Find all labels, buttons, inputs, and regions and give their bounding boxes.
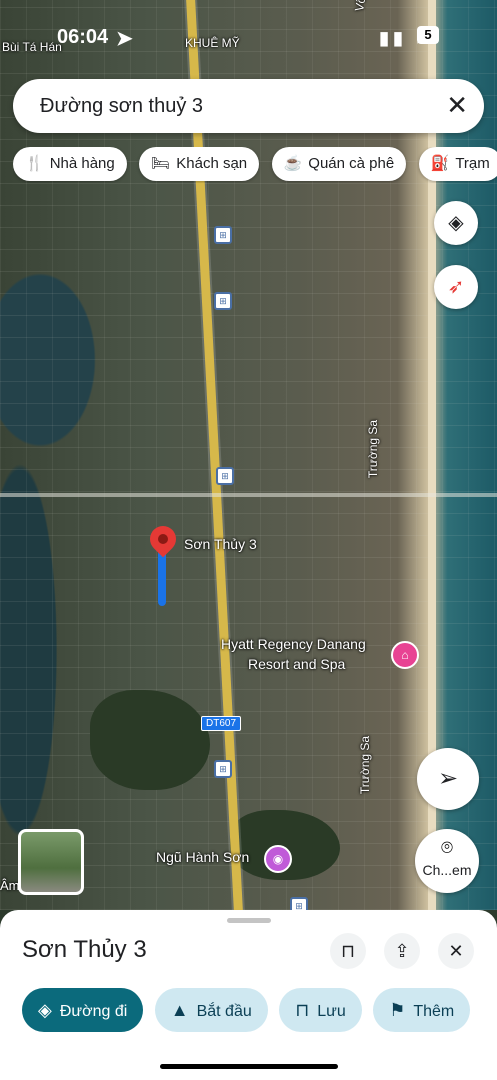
camera-search-icon: ⌾ (441, 837, 453, 859)
chip-gas[interactable]: ⛽ Trạm (418, 147, 497, 181)
chip-hotel[interactable]: 🛏 Khách sạn (139, 147, 260, 181)
gas-station-icon: ⛽ (430, 155, 450, 172)
hotel-icon: 🛏 (151, 155, 171, 172)
road-shield: DT607 (201, 716, 242, 731)
bus-stop-icon[interactable]: ⊞ (214, 760, 232, 778)
save-button[interactable]: ⊓ (330, 933, 366, 969)
restaurant-icon: 🍴 (25, 155, 44, 172)
chip-label: Quán cà phê (308, 155, 395, 172)
home-indicator (160, 1064, 338, 1069)
chip-label: Trạm (455, 155, 490, 172)
directions-icon: ◈ (38, 1000, 52, 1020)
bookmark-icon: ⊓ (295, 1000, 310, 1020)
clock: 06:04 (57, 26, 109, 48)
flag-icon: ⚑ (389, 1000, 406, 1020)
bus-stop-icon[interactable]: ⊞ (214, 226, 232, 244)
navigation-arrow-icon: ➢ (437, 765, 459, 792)
search-query[interactable]: Đường sơn thuỷ 3 (40, 95, 203, 118)
hotel-label[interactable]: Hyatt Regency Danang (221, 636, 366, 652)
action-label: Đường đi (59, 1003, 128, 1020)
action-row: ◈ Đường đi ▲ Bắt đầu ⊓ Lưu ⚑ Thêm (22, 988, 477, 1032)
search-bar[interactable]: Đường sơn thuỷ 3 ✕ (13, 79, 484, 133)
coffee-icon: ☕ (283, 155, 303, 172)
navigation-icon: ▲ (170, 1000, 189, 1020)
layers-button[interactable]: ◈ (434, 201, 478, 245)
chip-label: Khách sạn (176, 155, 248, 172)
share-button[interactable]: ⇪ (384, 933, 420, 969)
action-label: Lưu (317, 1003, 346, 1020)
hotel-icon[interactable]: ⌂ (391, 641, 419, 669)
lens-label: Ch...em (422, 862, 472, 878)
save-action-button[interactable]: ⊓ Lưu (279, 988, 362, 1032)
street-label: Trường Sa (358, 735, 373, 795)
edge-label: Âm (0, 878, 20, 893)
bus-stop-icon[interactable]: ⊞ (216, 467, 234, 485)
route-line (158, 550, 166, 606)
location-arrow-icon: ➤ (116, 28, 133, 50)
compass-icon: ➶ (447, 276, 465, 298)
battery-icon: 5 (417, 26, 439, 44)
close-button[interactable]: ✕ (438, 933, 474, 969)
compass-button[interactable]: ➶ (434, 265, 478, 309)
bus-stop-icon[interactable]: ⊞ (214, 292, 232, 310)
my-location-button[interactable]: ➢ (417, 748, 479, 810)
close-icon[interactable]: ✕ (446, 92, 468, 118)
layers-icon: ◈ (448, 212, 464, 234)
lens-button[interactable]: ⌾ Ch...em (415, 829, 479, 893)
bookmark-icon: ⊓ (340, 941, 356, 961)
hotel-label-2[interactable]: Resort and Spa (248, 656, 345, 672)
chip-coffee[interactable]: ☕ Quán cà phê (271, 147, 407, 181)
place-title: Sơn Thủy 3 (22, 936, 147, 963)
action-label: Bắt đầu (196, 1003, 252, 1020)
landmark-label[interactable]: Ngũ Hành Sơn (156, 849, 249, 865)
drag-handle[interactable] (227, 918, 271, 923)
more-button[interactable]: ⚑ Thêm (373, 988, 471, 1032)
street-label: Trường Sa (366, 419, 381, 479)
share-icon: ⇪ (394, 941, 410, 961)
category-chips: 🍴 Nhà hàng 🛏 Khách sạn ☕ Quán cà phê ⛽ Trạm (13, 147, 497, 183)
bottom-sheet[interactable]: Sơn Thủy 3 ⊓ ⇪ ✕ ◈ Đường đi ▲ Bắt đầu ⊓ Lưu… (0, 910, 497, 1080)
pin-label: Sơn Thủy 3 (184, 536, 257, 552)
close-icon: ✕ (448, 941, 464, 961)
start-button[interactable]: ▲ Bắt đầu (154, 988, 268, 1032)
bus-stop-icon[interactable]: ⊞ (290, 897, 308, 910)
directions-button[interactable]: ◈ Đường đi (22, 988, 144, 1032)
camera-icon[interactable]: ◉ (264, 845, 292, 873)
status-bar: 06:04 ➤ ▮▮ ≋ 5 (0, 24, 497, 52)
cross-road (0, 493, 497, 497)
chip-restaurant[interactable]: 🍴 Nhà hàng (13, 147, 127, 181)
action-label: Thêm (413, 1003, 455, 1020)
chip-label: Nhà hàng (49, 155, 115, 172)
street-view-thumbnail[interactable] (18, 829, 84, 895)
